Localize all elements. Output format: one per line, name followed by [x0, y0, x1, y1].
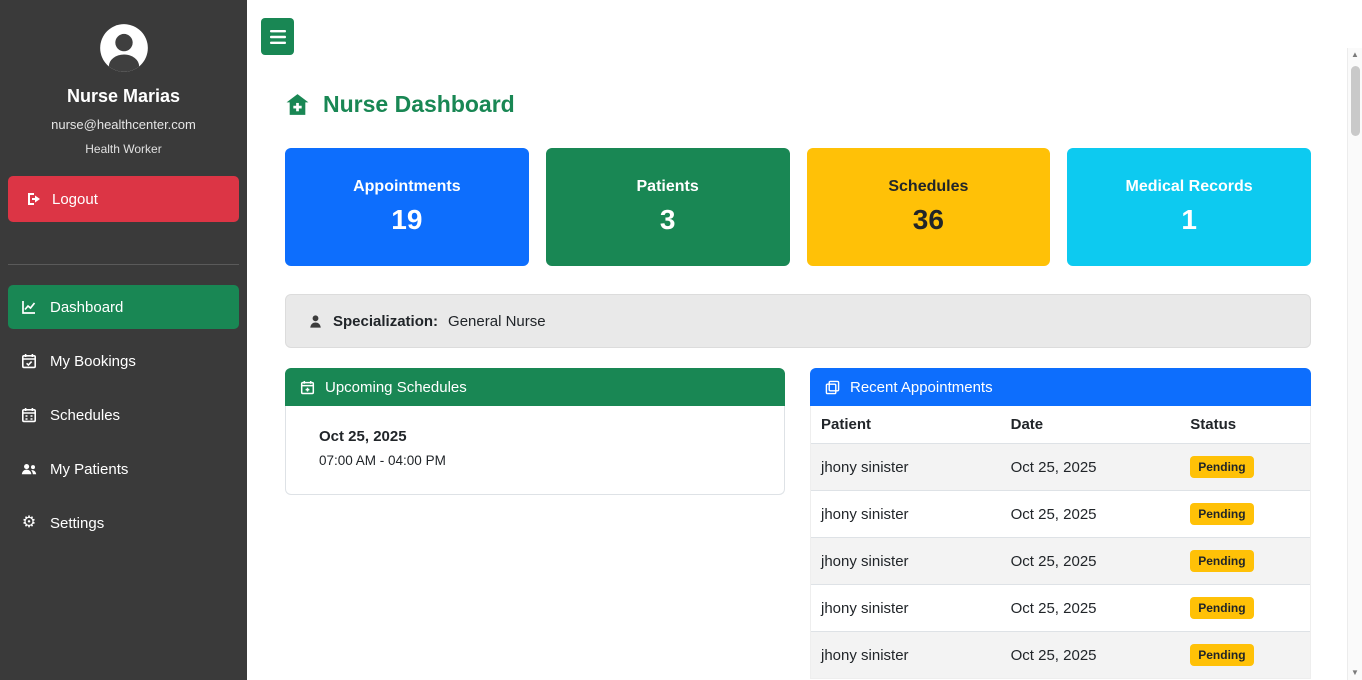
- vertical-scrollbar[interactable]: ▲ ▼: [1347, 48, 1362, 680]
- table-header-row: Patient Date Status: [811, 406, 1310, 444]
- status-badge: Pending: [1190, 550, 1253, 572]
- chart-line-icon: [20, 299, 38, 315]
- main-area: Nurse Dashboard Appointments 19 Patients…: [247, 0, 1362, 680]
- column-header-patient: Patient: [811, 406, 1001, 444]
- table-row: jhony sinister Oct 25, 2025 Pending: [811, 585, 1310, 632]
- column-header-date: Date: [1001, 406, 1181, 444]
- sidebar-divider: [8, 264, 239, 265]
- column-header-status: Status: [1180, 406, 1310, 444]
- sidebar-item-label: My Bookings: [50, 353, 136, 370]
- sidebar-item-label: Dashboard: [50, 299, 123, 316]
- schedule-entry: Oct 25, 2025 07:00 AM - 04:00 PM: [285, 406, 785, 495]
- user-name: Nurse Marias: [0, 86, 247, 107]
- table-row: jhony sinister Oct 25, 2025 Pending: [811, 491, 1310, 538]
- status-badge: Pending: [1190, 644, 1253, 666]
- stat-cards: Appointments 19 Patients 3 Schedules 36 …: [285, 148, 1311, 266]
- stat-value: 36: [913, 204, 944, 236]
- avatar: [98, 22, 150, 74]
- specialization-bar: Specialization: General Nurse: [285, 294, 1311, 348]
- sidebar-item-label: Settings: [50, 515, 104, 532]
- sidebar-nav: Dashboard My Bookings: [0, 285, 247, 555]
- stat-value: 1: [1181, 204, 1197, 236]
- gear-icon: ⚙: [20, 515, 38, 531]
- stat-card-patients: Patients 3: [546, 148, 790, 266]
- logout-button[interactable]: Logout: [8, 176, 239, 222]
- user-role: Health Worker: [0, 142, 247, 156]
- stat-label: Patients: [637, 178, 699, 196]
- stat-label: Medical Records: [1126, 178, 1253, 196]
- page-title-text: Nurse Dashboard: [323, 91, 515, 118]
- stat-label: Appointments: [353, 178, 461, 196]
- hamburger-icon: [270, 30, 286, 44]
- cell-patient: jhony sinister: [811, 538, 1001, 585]
- user-email: nurse@healthcenter.com: [0, 117, 247, 132]
- stat-value: 3: [660, 204, 676, 236]
- stat-value: 19: [391, 204, 422, 236]
- calendar-plus-icon: [300, 380, 315, 395]
- scroll-down-arrow[interactable]: ▼: [1351, 666, 1359, 680]
- schedule-time: 07:00 AM - 04:00 PM: [319, 453, 751, 468]
- stat-card-schedules: Schedules 36: [807, 148, 1051, 266]
- cell-date: Oct 25, 2025: [1001, 538, 1181, 585]
- calendar-icon: [20, 407, 38, 423]
- id-card-icon: [825, 380, 840, 395]
- logout-icon: [26, 191, 42, 207]
- panel-title: Recent Appointments: [850, 379, 993, 396]
- upcoming-schedules-header: Upcoming Schedules: [285, 368, 785, 406]
- recent-appointments-header: Recent Appointments: [810, 368, 1311, 406]
- cell-patient: jhony sinister: [811, 585, 1001, 632]
- cell-date: Oct 25, 2025: [1001, 585, 1181, 632]
- recent-appointments-panel: Recent Appointments Patient Date Status: [810, 368, 1311, 679]
- cell-patient: jhony sinister: [811, 632, 1001, 679]
- page-title: Nurse Dashboard: [285, 91, 1311, 118]
- cell-date: Oct 25, 2025: [1001, 491, 1181, 538]
- app-root: Nurse Marias nurse@healthcenter.com Heal…: [0, 0, 1362, 680]
- panel-title: Upcoming Schedules: [325, 379, 467, 396]
- upcoming-schedules-panel: Upcoming Schedules Oct 25, 2025 07:00 AM…: [285, 368, 785, 495]
- clinic-icon: [285, 92, 310, 117]
- menu-toggle-button[interactable]: [261, 18, 294, 55]
- appointments-table: Patient Date Status jhony sinister Oct 2…: [810, 406, 1311, 679]
- logout-label: Logout: [52, 191, 98, 208]
- table-row: jhony sinister Oct 25, 2025 Pending: [811, 538, 1310, 585]
- user-profile: Nurse Marias nurse@healthcenter.com Heal…: [0, 0, 247, 156]
- users-icon: [20, 461, 38, 477]
- stat-card-appointments: Appointments 19: [285, 148, 529, 266]
- scroll-up-arrow[interactable]: ▲: [1351, 48, 1359, 62]
- sidebar-item-my-bookings[interactable]: My Bookings: [8, 339, 239, 383]
- schedule-date: Oct 25, 2025: [319, 428, 751, 445]
- dashboard-content: Nurse Dashboard Appointments 19 Patients…: [247, 91, 1362, 679]
- topbar: [247, 0, 1362, 55]
- sidebar-item-schedules[interactable]: Schedules: [8, 393, 239, 437]
- cell-patient: jhony sinister: [811, 491, 1001, 538]
- table-row: jhony sinister Oct 25, 2025 Pending: [811, 632, 1310, 679]
- sidebar-item-my-patients[interactable]: My Patients: [8, 447, 239, 491]
- sidebar-item-settings[interactable]: ⚙ Settings: [8, 501, 239, 545]
- cell-date: Oct 25, 2025: [1001, 632, 1181, 679]
- status-badge: Pending: [1190, 597, 1253, 619]
- table-row: jhony sinister Oct 25, 2025 Pending: [811, 444, 1310, 491]
- status-badge: Pending: [1190, 503, 1253, 525]
- sidebar: Nurse Marias nurse@healthcenter.com Heal…: [0, 0, 247, 680]
- nurse-icon: [308, 314, 323, 329]
- calendar-check-icon: [20, 353, 38, 369]
- sidebar-item-label: My Patients: [50, 461, 128, 478]
- stat-card-medical-records: Medical Records 1: [1067, 148, 1311, 266]
- sidebar-item-label: Schedules: [50, 407, 120, 424]
- status-badge: Pending: [1190, 456, 1253, 478]
- specialization-label: Specialization:: [333, 313, 438, 330]
- stat-label: Schedules: [888, 178, 968, 196]
- cell-patient: jhony sinister: [811, 444, 1001, 491]
- scrollbar-thumb[interactable]: [1351, 66, 1360, 136]
- sidebar-item-dashboard[interactable]: Dashboard: [8, 285, 239, 329]
- specialization-value: General Nurse: [448, 313, 546, 330]
- cell-date: Oct 25, 2025: [1001, 444, 1181, 491]
- panels-row: Upcoming Schedules Oct 25, 2025 07:00 AM…: [285, 368, 1311, 679]
